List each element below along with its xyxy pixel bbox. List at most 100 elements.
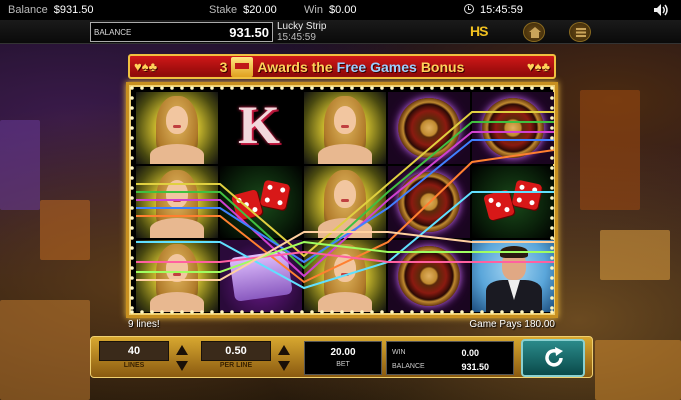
- frame-bulb: [150, 86, 154, 90]
- frame-bulb: [130, 166, 134, 170]
- per-line-control: 0.50 PER LINE: [201, 341, 297, 375]
- status-stake-value: $20.00: [243, 4, 277, 16]
- clock-icon: [464, 4, 474, 14]
- game-title: Lucky Strip 15:45:59: [277, 21, 326, 43]
- per-line-stepper-arrows-icon[interactable]: [277, 343, 291, 373]
- background-light: [580, 90, 640, 210]
- frame-bulb: [180, 86, 184, 90]
- frame-bulb: [200, 86, 204, 90]
- frame-bulb: [500, 86, 504, 90]
- frame-bulb: [460, 86, 464, 90]
- win-label: WIN: [392, 349, 406, 356]
- frame-bulb: [130, 236, 134, 240]
- frame-bulb: [130, 276, 134, 280]
- frame-bulb: [530, 86, 534, 90]
- frame-bulb: [340, 86, 344, 90]
- game-pays-text: Game Pays 180.00: [469, 319, 555, 330]
- frame-bulb: [130, 216, 134, 220]
- per-line-value: 0.50: [201, 341, 271, 361]
- frame-bulb: [250, 86, 254, 90]
- card-suits-left-icon: ♥♠♣: [134, 59, 158, 74]
- banner-free-games: Free Games: [336, 58, 417, 75]
- vegas-sign-icon: [231, 56, 254, 77]
- frame-bulb: [130, 286, 134, 290]
- frame-bulb: [270, 86, 274, 90]
- lines-value: 40: [99, 341, 169, 361]
- control-panel: 40 LINES 0.50 PER LINE 20.00 BET WIN 0.0…: [90, 336, 593, 378]
- lines-stepper-arrows-icon[interactable]: [175, 343, 189, 373]
- status-bar: Balance $931.50 Stake $20.00 Win $0.00 15:4…: [0, 0, 681, 20]
- status-clock: 15:45:59: [464, 0, 523, 20]
- panel-balance-value: 931.50: [461, 362, 489, 372]
- frame-bulb: [130, 156, 134, 160]
- status-win-label: Win: [304, 4, 323, 16]
- frame-bulb: [520, 86, 524, 90]
- frame-bulb: [540, 86, 544, 90]
- menu-button[interactable]: [569, 22, 591, 42]
- bet-value: 20.00: [330, 347, 356, 358]
- frame-bulb: [400, 86, 404, 90]
- header-balance-value: 931.50: [229, 25, 269, 40]
- background-light: [600, 230, 670, 280]
- paylines: [136, 111, 554, 290]
- frame-bulb: [490, 86, 494, 90]
- win-value: 0.00: [461, 348, 479, 358]
- frame-bulb: [130, 266, 134, 270]
- frame-bulb: [130, 246, 134, 250]
- lines-label: LINES: [123, 362, 145, 369]
- frame-bulb: [230, 86, 234, 90]
- card-suits-right-icon: ♥♠♣: [526, 59, 550, 74]
- frame-bulb: [350, 86, 354, 90]
- frame-bulb: [470, 86, 474, 90]
- status-stake: Stake $20.00: [209, 0, 277, 20]
- home-button[interactable]: [523, 22, 545, 42]
- background-light: [0, 120, 40, 210]
- frame-bulb: [290, 86, 294, 90]
- spin-button[interactable]: [521, 339, 585, 377]
- status-win-value: $0.00: [328, 4, 357, 16]
- frame-bulb: [130, 306, 134, 310]
- frame-bulb: [130, 256, 134, 260]
- frame-bulb: [130, 116, 134, 120]
- reels-frame: K: [126, 82, 558, 318]
- game-time: 15:45:59: [277, 32, 316, 43]
- frame-bulb: [300, 86, 304, 90]
- frame-bulb: [220, 86, 224, 90]
- frame-bulb: [130, 106, 134, 110]
- frame-bulb: [280, 86, 284, 90]
- bonus-banner: ♥♠♣ 3 Awards the Free Games Bonus ♥♠♣: [128, 54, 556, 79]
- per-line-stepper[interactable]: [277, 343, 291, 373]
- frame-bulb: [130, 226, 134, 230]
- frame-bulb: [370, 86, 374, 90]
- status-time: 15:45:59: [480, 4, 523, 16]
- frame-bulb: [330, 86, 334, 90]
- frame-bulb: [360, 86, 364, 90]
- background-light: [40, 200, 90, 260]
- frame-bulb: [130, 176, 134, 180]
- panel-balance-label: BALANCE: [392, 363, 425, 370]
- frame-bulb: [450, 86, 454, 90]
- banner-count: 3: [219, 58, 228, 75]
- frame-bulb: [440, 86, 444, 90]
- per-line-label: PER LINE: [219, 362, 253, 369]
- frame-bulb: [420, 86, 424, 90]
- frame-bulb: [130, 186, 134, 190]
- frame-bulb: [130, 296, 134, 300]
- game-header: BALANCE 931.50 Lucky Strip 15:45:59 HS: [0, 20, 681, 44]
- speaker-icon[interactable]: [653, 3, 669, 17]
- frame-bulb: [160, 86, 164, 90]
- frame-bulb: [190, 86, 194, 90]
- status-stake-label: Stake: [209, 4, 238, 16]
- frame-bulb: [380, 86, 384, 90]
- frame-bulb: [410, 86, 414, 90]
- lines-control: 40 LINES: [99, 341, 191, 375]
- bet-display: 20.00 BET: [304, 341, 382, 375]
- background-light: [595, 340, 681, 400]
- status-balance: Balance $931.50: [8, 0, 94, 20]
- brand-logo: HS: [470, 23, 488, 39]
- lines-stepper[interactable]: [175, 343, 189, 373]
- lines-won-text: 9 lines!: [128, 319, 160, 330]
- frame-bulb: [140, 86, 144, 90]
- header-balance-box: BALANCE 931.50: [90, 22, 273, 42]
- frame-bulb: [260, 86, 264, 90]
